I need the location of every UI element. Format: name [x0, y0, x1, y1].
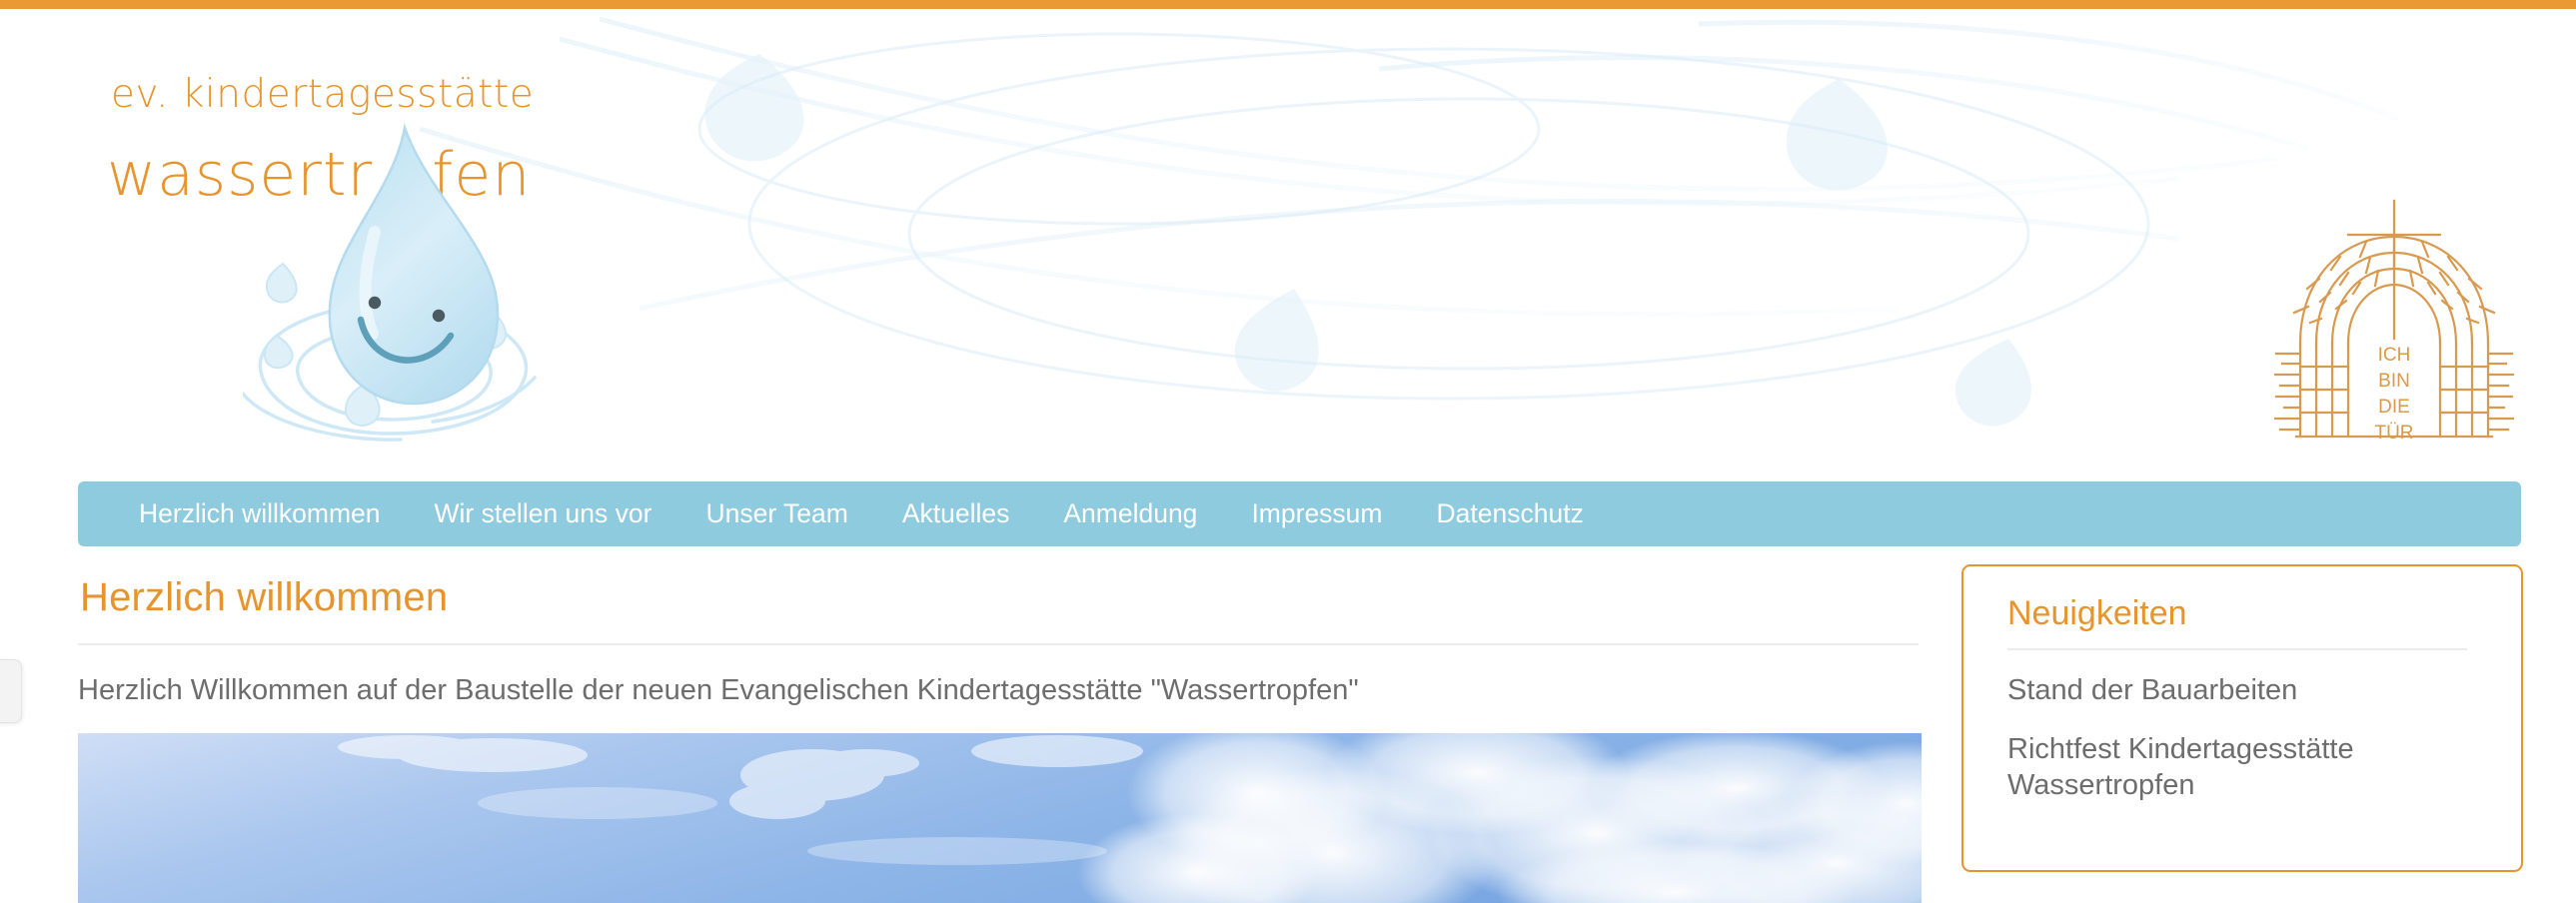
nav-item-herzlich-willkommen[interactable]: Herzlich willkommen	[112, 500, 408, 527]
church-door-emblem-icon: ICH BIN DIE TÜR	[2274, 199, 2514, 444]
nav-item-datenschutz[interactable]: Datenschutz	[1410, 500, 1611, 527]
logo-line-1: ev. kindertagesstätte	[111, 72, 535, 117]
nav-item-wir-stellen-uns-vor[interactable]: Wir stellen uns vor	[408, 500, 679, 527]
logo-line-2: wassertr pfen	[107, 140, 532, 210]
news-item-stand-der-bauarbeiten[interactable]: Stand der Bauarbeiten	[2007, 672, 2481, 708]
page-root: ev. kindertagesstätte wassertr pfen ICH …	[0, 0, 2576, 903]
emblem-caption-line-2: BIN	[2378, 371, 2410, 392]
nav-item-anmeldung[interactable]: Anmeldung	[1036, 500, 1224, 527]
emblem-caption-line-1: ICH	[2378, 345, 2411, 366]
nav-item-aktuelles[interactable]: Aktuelles	[875, 500, 1037, 527]
main-content: Herzlich willkommen Herzlich Willkommen …	[78, 574, 1922, 903]
emblem-caption-line-4: TÜR	[2374, 423, 2413, 444]
nav-list: Herzlich willkommen Wir stellen uns vor …	[112, 481, 1611, 546]
news-sidebar: Neuigkeiten Stand der Bauarbeiten Richtf…	[1961, 564, 2523, 872]
hero-sky-photo	[78, 733, 1922, 903]
main-navigation: Herzlich willkommen Wir stellen uns vor …	[78, 481, 2521, 546]
page-title: Herzlich willkommen	[80, 575, 449, 619]
nav-item-unser-team[interactable]: Unser Team	[678, 500, 874, 527]
news-list: Stand der Bauarbeiten Richtfest Kinderta…	[1963, 650, 2521, 803]
emblem-caption-line-3: DIE	[2378, 397, 2410, 418]
sidebar-title: Neuigkeiten	[2007, 594, 2187, 632]
left-edge-toggle-tab[interactable]	[0, 659, 22, 723]
news-item-richtfest-kindertagesstaette[interactable]: Richtfest Kindertagesstätte Wassertropfe…	[2007, 731, 2481, 804]
intro-paragraph: Herzlich Willkommen auf der Baustelle de…	[78, 674, 1359, 706]
site-logo[interactable]: ev. kindertagesstätte wassertr pfen	[95, 27, 537, 447]
site-header: ev. kindertagesstätte wassertr pfen ICH …	[0, 9, 2576, 463]
nav-item-impressum[interactable]: Impressum	[1224, 500, 1409, 527]
top-accent-bar	[0, 0, 2576, 9]
